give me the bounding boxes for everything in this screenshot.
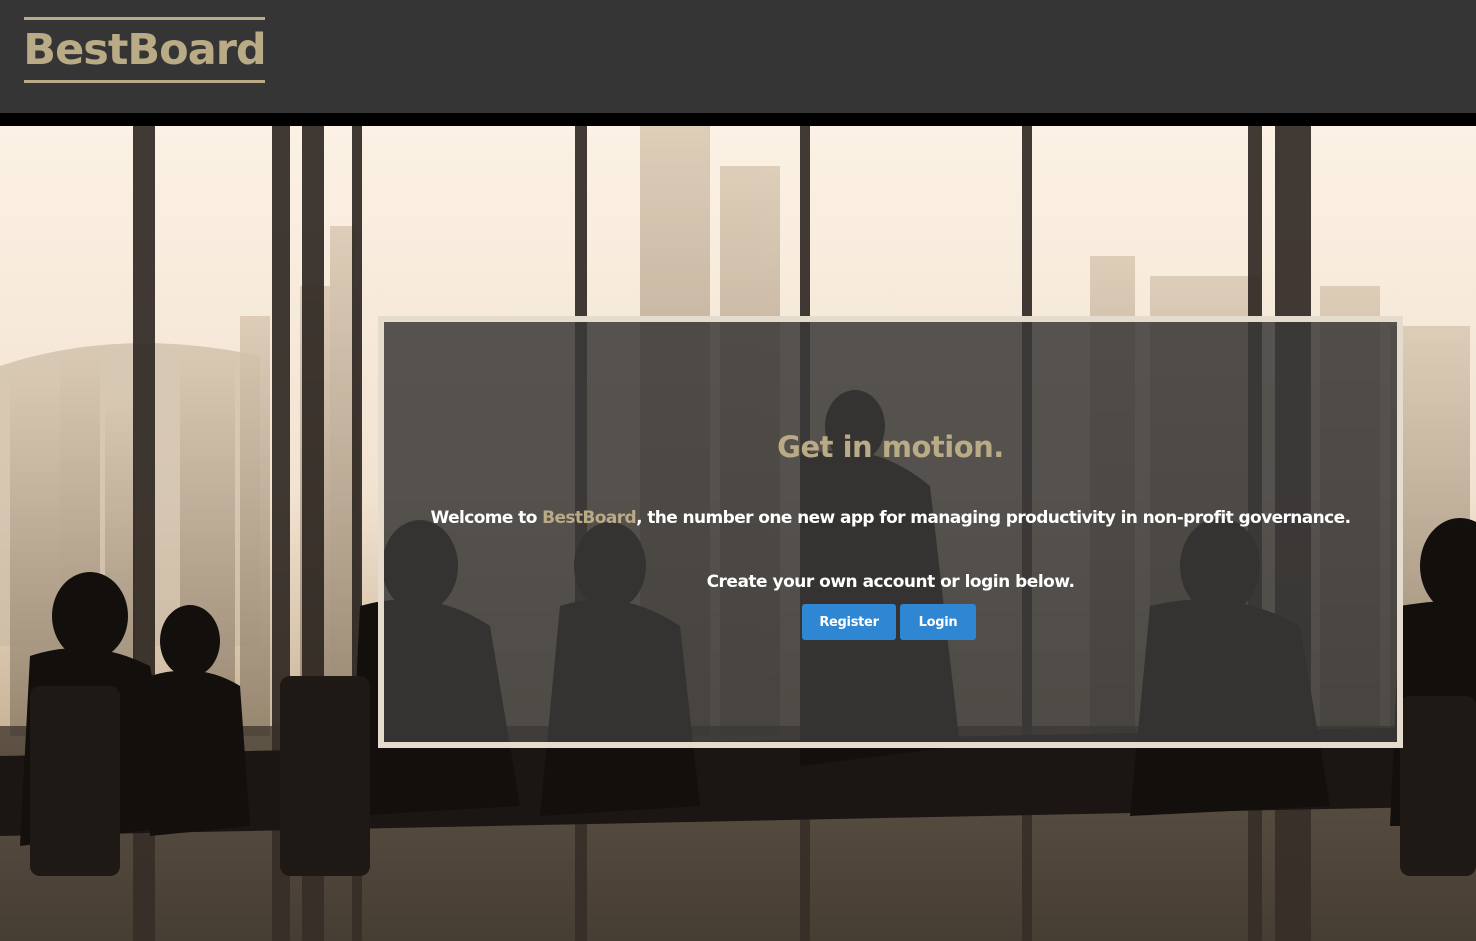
welcome-brand-name: BestBoard	[542, 508, 637, 528]
welcome-panel: Get in motion. Welcome to BestBoard, the…	[378, 316, 1403, 748]
create-account-prompt: Create your own account or login below.	[706, 572, 1075, 592]
login-button[interactable]: Login	[900, 604, 976, 640]
logo-text: BestBoard	[23, 24, 266, 75]
register-button[interactable]: Register	[802, 604, 896, 640]
welcome-prefix: Welcome to	[430, 508, 543, 528]
header-divider	[0, 113, 1476, 126]
page-title: Get in motion.	[777, 430, 1004, 464]
bestboard-logo[interactable]: BestBoard	[23, 17, 267, 83]
welcome-suffix: , the number one new app for managing pr…	[636, 508, 1351, 528]
welcome-message: Welcome to BestBoard, the number one new…	[384, 508, 1397, 528]
top-header: BestBoard	[0, 0, 1476, 113]
